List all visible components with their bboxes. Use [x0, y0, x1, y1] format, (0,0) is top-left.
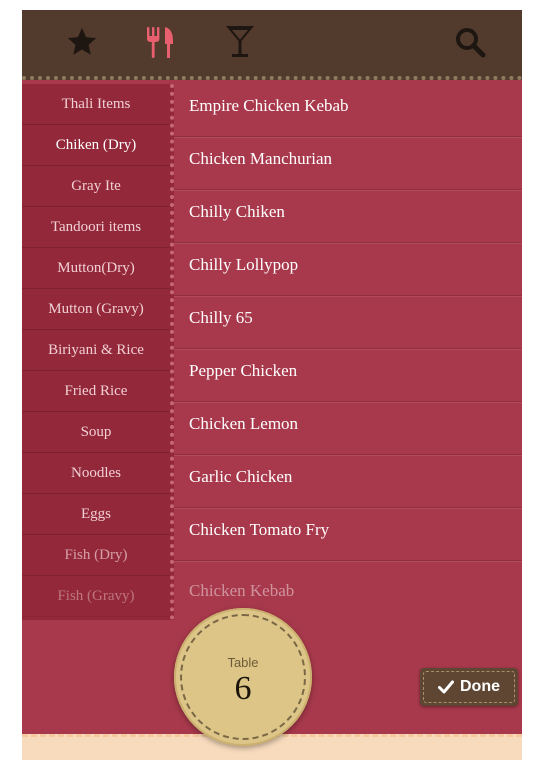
category-item[interactable]: Gray Ite	[22, 166, 170, 207]
app-window: Thali Items Chiken (Dry) Gray Ite Tandoo…	[22, 10, 522, 760]
table-label: Table	[227, 655, 259, 670]
star-icon[interactable]	[64, 24, 100, 60]
menu-item[interactable]: Pepper Chicken	[174, 349, 522, 402]
category-item[interactable]: Fried Rice	[22, 371, 170, 412]
top-toolbar	[22, 10, 522, 80]
search-icon[interactable]	[452, 24, 488, 60]
menu-item[interactable]: Garlic Chicken	[174, 455, 522, 508]
menu-item[interactable]: Empire Chicken Kebab	[174, 84, 522, 137]
fork-knife-icon[interactable]	[142, 24, 178, 60]
category-item[interactable]: Fish (Dry)	[22, 535, 170, 576]
done-label: Done	[460, 678, 500, 695]
main-content: Thali Items Chiken (Dry) Gray Ite Tandoo…	[22, 84, 522, 620]
menu-item[interactable]: Chicken Manchurian	[174, 137, 522, 190]
menu-item[interactable]: Chicken Tomato Fry	[174, 508, 522, 561]
category-item[interactable]: Mutton (Gravy)	[22, 289, 170, 330]
category-item[interactable]: Noodles	[22, 453, 170, 494]
table-badge[interactable]: Table 6	[174, 608, 312, 746]
menu-item-list: Empire Chicken Kebab Chicken Manchurian …	[174, 84, 522, 620]
cocktail-icon[interactable]	[222, 24, 258, 60]
category-item[interactable]: Tandoori items	[22, 207, 170, 248]
checkmark-icon	[438, 680, 454, 694]
category-item[interactable]: Biriyani & Rice	[22, 330, 170, 371]
category-item[interactable]: Mutton(Dry)	[22, 248, 170, 289]
category-item-selected[interactable]: Chiken (Dry)	[22, 125, 170, 166]
category-sidebar: Thali Items Chiken (Dry) Gray Ite Tandoo…	[22, 84, 174, 620]
category-item[interactable]: Soup	[22, 412, 170, 453]
done-button[interactable]: Done	[420, 668, 518, 706]
category-item[interactable]: Thali Items	[22, 84, 170, 125]
done-button-inner: Done	[423, 671, 515, 703]
menu-item[interactable]: Chicken Lemon	[174, 402, 522, 455]
menu-item[interactable]: Chilly 65	[174, 296, 522, 349]
category-item[interactable]: Eggs	[22, 494, 170, 535]
table-number: 6	[234, 670, 252, 707]
category-item[interactable]: Fish (Gravy)	[22, 576, 170, 617]
menu-item[interactable]: Chilly Lollypop	[174, 243, 522, 296]
menu-item[interactable]: Chilly Chiken	[174, 190, 522, 243]
